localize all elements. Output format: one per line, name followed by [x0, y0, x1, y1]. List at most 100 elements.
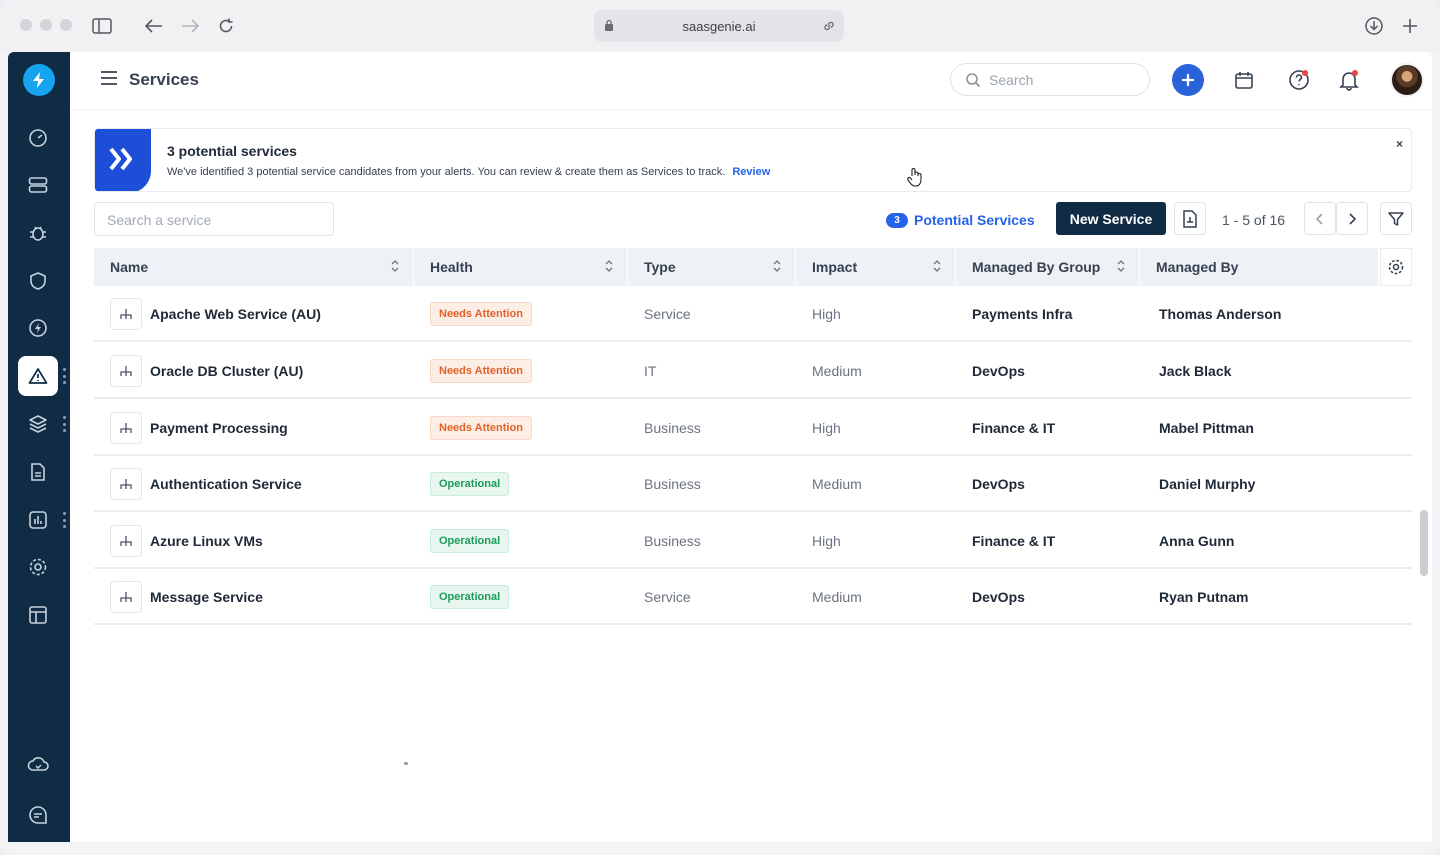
sidebar-item-analytics[interactable] — [18, 500, 58, 540]
layers-icon — [29, 415, 47, 433]
download-icon[interactable] — [1362, 14, 1386, 38]
sidebar-toggle-icon[interactable] — [90, 14, 114, 38]
hierarchy-icon — [110, 581, 142, 613]
chat-icon — [29, 806, 47, 824]
table-row[interactable]: Message Service Operational Service Medi… — [94, 569, 1412, 625]
column-header-managed-by[interactable]: Managed By — [1140, 248, 1378, 286]
column-header-managed-by-group[interactable]: Managed By Group — [956, 248, 1140, 286]
managed-by-cell: Thomas Anderson — [1159, 306, 1282, 322]
sidebar-item-events[interactable] — [18, 308, 58, 348]
sidebar-item-reports[interactable] — [18, 452, 58, 492]
reload-icon[interactable] — [214, 14, 238, 38]
divider — [404, 762, 408, 765]
more-options-icon[interactable] — [62, 416, 66, 432]
impact-cell: Medium — [812, 363, 862, 379]
search-icon — [966, 73, 981, 88]
column-label: Managed By Group — [972, 259, 1101, 275]
export-button[interactable] — [1174, 202, 1206, 235]
sort-icon[interactable] — [1117, 260, 1125, 272]
vertical-scrollbar[interactable] — [1420, 510, 1428, 576]
table-row[interactable]: Authentication Service Operational Busin… — [94, 456, 1412, 512]
column-header-impact[interactable]: Impact — [796, 248, 956, 286]
sidebar-item-settings[interactable] — [18, 547, 58, 587]
health-badge: Needs Attention — [430, 359, 532, 383]
hamburger-menu-icon[interactable] — [100, 71, 118, 90]
back-arrow-icon[interactable] — [142, 14, 166, 38]
forward-arrow-icon[interactable] — [178, 14, 202, 38]
column-header-name[interactable]: Name — [94, 248, 414, 286]
column-label: Type — [644, 259, 676, 275]
managed-by-cell: Daniel Murphy — [1159, 476, 1256, 492]
maximize-window-button[interactable] — [60, 19, 72, 31]
sort-icon[interactable] — [605, 260, 613, 272]
page-title: Services — [129, 70, 199, 89]
service-name[interactable]: Azure Linux VMs — [150, 513, 263, 569]
type-cell: Business — [644, 533, 701, 549]
link-icon[interactable] — [822, 19, 836, 33]
calendar-icon[interactable] — [1231, 67, 1257, 93]
sidebar-item-services[interactable] — [18, 356, 58, 396]
sidebar-item-security[interactable] — [18, 261, 58, 301]
column-settings-button[interactable] — [1380, 248, 1412, 286]
table-row[interactable]: Oracle DB Cluster (AU) Needs Attention I… — [94, 343, 1412, 399]
service-search-input[interactable]: Search a service — [94, 202, 334, 236]
sidebar-item-bugs[interactable] — [18, 213, 58, 253]
health-badge: Operational — [430, 585, 510, 609]
minimize-window-button[interactable] — [40, 19, 52, 31]
more-options-icon[interactable] — [62, 512, 66, 528]
table-icon — [29, 606, 47, 624]
service-name[interactable]: Apache Web Service (AU) — [150, 286, 321, 342]
app-logo[interactable] — [23, 64, 55, 96]
close-icon[interactable]: × — [1396, 137, 1403, 151]
sidebar-item-cloud[interactable] — [18, 744, 58, 784]
sidebar-item-table[interactable] — [18, 595, 58, 635]
sidebar-item-layers[interactable] — [18, 404, 58, 444]
group-cell: DevOps — [972, 363, 1025, 379]
column-header-health[interactable]: Health — [414, 248, 628, 286]
gear-icon — [29, 558, 47, 576]
top-bar: Services Search — [70, 52, 1432, 110]
double-chevron-icon — [95, 129, 151, 191]
previous-page-button[interactable] — [1304, 202, 1336, 235]
health-badge: Operational — [430, 529, 510, 553]
managed-by-cell: Ryan Putnam — [1159, 589, 1249, 605]
sort-icon[interactable] — [773, 260, 781, 272]
sidebar-item-chat[interactable] — [18, 795, 58, 835]
hand-cursor-icon — [906, 167, 924, 192]
potential-services-link[interactable]: 3 Potential Services — [886, 212, 1035, 228]
close-window-button[interactable] — [20, 19, 32, 31]
help-icon[interactable] — [1286, 67, 1312, 93]
table-row[interactable]: Apache Web Service (AU) Needs Attention … — [94, 286, 1412, 342]
table-row[interactable]: Payment Processing Needs Attention Busin… — [94, 400, 1412, 456]
service-name[interactable]: Message Service — [150, 569, 263, 625]
address-bar[interactable]: saasgenie.ai — [594, 10, 844, 42]
group-cell: Payments Infra — [972, 306, 1073, 322]
table-row[interactable]: Azure Linux VMs Operational Business Hig… — [94, 513, 1412, 569]
column-header-type[interactable]: Type — [628, 248, 796, 286]
health-cell: Needs Attention — [430, 343, 532, 399]
hierarchy-icon — [110, 468, 142, 500]
sidebar — [8, 52, 70, 842]
user-avatar[interactable] — [1390, 63, 1424, 97]
service-name[interactable]: Authentication Service — [150, 456, 302, 512]
notification-bell-icon[interactable] — [1336, 67, 1362, 93]
type-cell: IT — [644, 363, 657, 379]
potential-services-banner: 3 potential services We've identified 3 … — [94, 128, 1412, 192]
sort-icon[interactable] — [933, 260, 941, 272]
sidebar-item-dashboard[interactable] — [18, 118, 58, 158]
browser-window: saasgenie.ai Services Search 3 potential… — [0, 0, 1440, 855]
service-name[interactable]: Oracle DB Cluster (AU) — [150, 343, 303, 399]
review-link[interactable]: Review — [732, 166, 770, 178]
sidebar-item-servers[interactable] — [18, 165, 58, 205]
global-search-input[interactable]: Search — [950, 63, 1150, 96]
type-cell: Business — [644, 476, 701, 492]
gear-icon — [1388, 259, 1404, 275]
next-page-button[interactable] — [1336, 202, 1368, 235]
new-service-button[interactable]: New Service — [1056, 202, 1166, 235]
new-tab-icon[interactable] — [1398, 14, 1422, 38]
sort-icon[interactable] — [391, 260, 399, 272]
more-options-icon[interactable] — [62, 368, 66, 384]
service-name[interactable]: Payment Processing — [150, 400, 288, 456]
add-button[interactable] — [1172, 64, 1204, 96]
filter-button[interactable] — [1380, 202, 1412, 235]
